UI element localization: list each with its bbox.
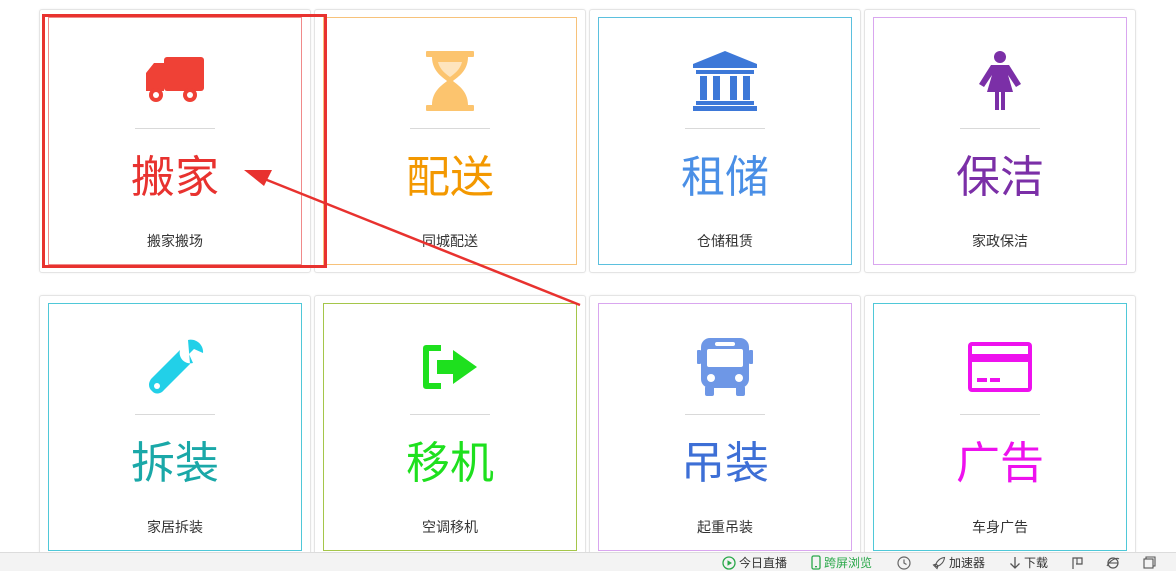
card-title: 搬家 xyxy=(131,152,219,203)
service-card-storage[interactable]: 租储 仓储租赁 xyxy=(589,9,861,273)
play-circle-icon xyxy=(722,555,736,570)
wrench-icon xyxy=(140,332,210,402)
cross-screen-button[interactable]: 跨屏浏览 xyxy=(811,554,872,571)
card-subtitle: 仓储租赁 xyxy=(697,234,753,250)
window-mode-button[interactable] xyxy=(1143,554,1156,571)
card-title: 移机 xyxy=(406,438,494,489)
bus-icon xyxy=(690,332,760,402)
service-card-moving[interactable]: 搬家 搬家搬场 xyxy=(39,9,311,273)
accelerator-label: 加速器 xyxy=(949,556,986,570)
card-subtitle: 同城配送 xyxy=(422,234,478,250)
card-subtitle: 空调移机 xyxy=(422,520,478,536)
card-title: 广告 xyxy=(956,438,1044,489)
card-divider xyxy=(960,414,1040,415)
history-button[interactable] xyxy=(897,554,911,571)
card-divider xyxy=(410,128,490,129)
sign-out-icon xyxy=(415,332,485,402)
card-divider xyxy=(685,128,765,129)
service-card-cleaning[interactable]: 保洁 家政保洁 xyxy=(864,9,1136,273)
ie-mode-button[interactable] xyxy=(1106,554,1120,571)
card-subtitle: 起重吊装 xyxy=(697,520,753,536)
service-card-ac-relocation[interactable]: 移机 空调移机 xyxy=(314,295,586,559)
download-arrow-icon xyxy=(1010,556,1020,569)
live-label: 今日直播 xyxy=(739,556,788,570)
window-icon xyxy=(1143,556,1156,569)
female-icon xyxy=(965,46,1035,116)
card-divider xyxy=(135,414,215,415)
download-label: 下载 xyxy=(1024,556,1049,570)
page: 搬家 搬家搬场 配送 同城配送 租储 仓储租赁 保洁 家政保洁 拆装 家居拆装 … xyxy=(0,0,1176,571)
card-divider xyxy=(410,414,490,415)
hourglass-icon xyxy=(415,46,485,116)
clock-icon xyxy=(897,555,911,570)
cross-screen-label: 跨屏浏览 xyxy=(824,556,873,570)
service-card-delivery[interactable]: 配送 同城配送 xyxy=(314,9,586,273)
card-title: 拆装 xyxy=(131,438,219,489)
card-title: 吊装 xyxy=(681,438,769,489)
service-card-assembly[interactable]: 拆装 家居拆装 xyxy=(39,295,311,559)
accelerator-button[interactable]: 加速器 xyxy=(932,554,985,571)
card-title: 保洁 xyxy=(956,152,1044,203)
service-card-hoisting[interactable]: 吊装 起重吊装 xyxy=(589,295,861,559)
ie-icon xyxy=(1106,556,1120,569)
credit-card-icon xyxy=(965,332,1035,402)
card-subtitle: 家居拆装 xyxy=(147,520,203,536)
card-subtitle: 车身广告 xyxy=(972,520,1028,536)
card-divider xyxy=(135,128,215,129)
bank-icon xyxy=(690,46,760,116)
card-divider xyxy=(960,128,1040,129)
translate-button[interactable] xyxy=(1071,554,1085,571)
service-card-advertising[interactable]: 广告 车身广告 xyxy=(864,295,1136,559)
browser-status-bar: 今日直播 跨屏浏览 加速器 下载 xyxy=(0,552,1176,571)
phone-icon xyxy=(811,555,821,570)
flag-icon xyxy=(1072,556,1083,569)
card-divider xyxy=(685,414,765,415)
card-title: 配送 xyxy=(406,152,494,203)
live-button[interactable]: 今日直播 xyxy=(722,554,787,571)
card-subtitle: 家政保洁 xyxy=(972,234,1028,250)
truck-icon xyxy=(140,46,210,116)
rocket-icon xyxy=(932,556,946,569)
download-button[interactable]: 下载 xyxy=(1009,554,1048,571)
card-subtitle: 搬家搬场 xyxy=(147,234,203,250)
card-title: 租储 xyxy=(681,152,769,203)
